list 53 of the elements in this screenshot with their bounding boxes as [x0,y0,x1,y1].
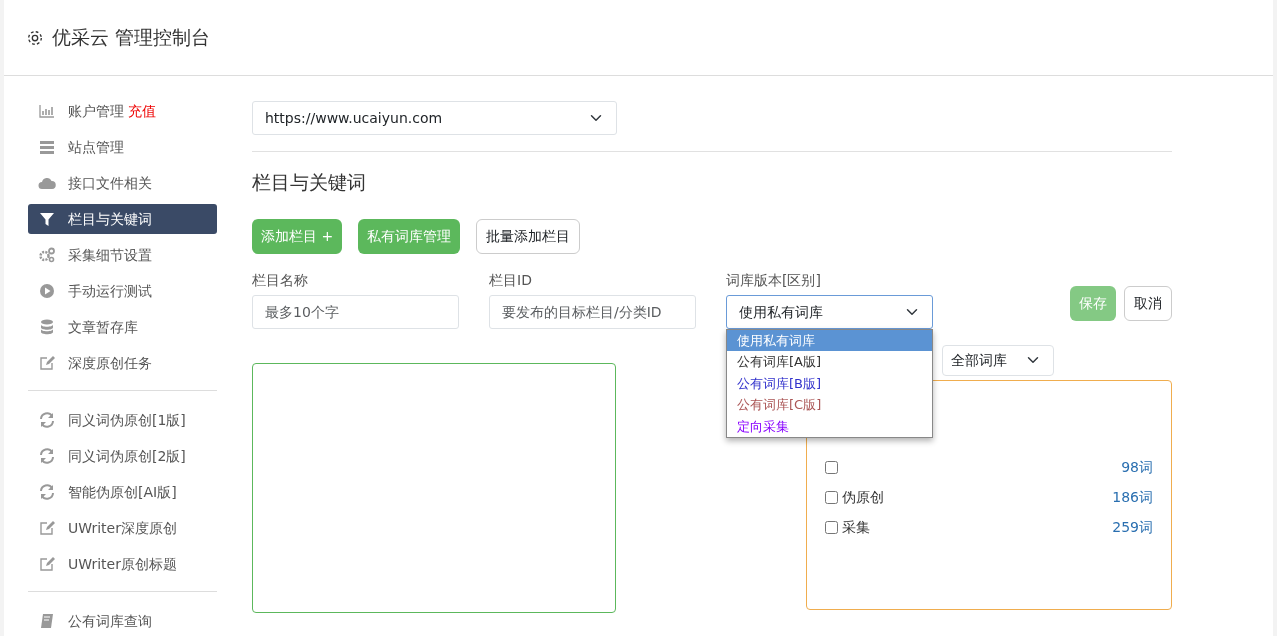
field-label: 栏目ID [489,270,533,290]
database-icon [38,318,56,336]
sidebar-item[interactable]: 深度原创任务 [28,348,217,378]
server-icon [38,138,56,156]
sidebar-item[interactable]: 公有词库查询 [28,606,217,636]
settings-icon [26,28,44,47]
dropdown-option[interactable]: 公有词库[C版] [727,394,932,416]
play-icon [38,282,56,300]
library-checkbox[interactable] [825,521,838,534]
refresh-icon [38,447,56,465]
edit-icon [38,354,56,372]
id-input[interactable]: 要发布的目标栏目/分类ID [489,294,696,329]
library-checkbox[interactable] [825,491,838,504]
word-count: 98词 [1121,458,1153,477]
bar-chart-icon [38,102,56,120]
field-label: 栏目名称 [252,270,309,290]
filter-icon [38,210,56,228]
gears-icon [38,246,56,264]
sidebar-item[interactable]: 站点管理 [28,132,217,162]
sidebar-item[interactable]: UWriter深度原创 [28,513,217,543]
sidebar-item[interactable]: 同义词伪原创[1版] [28,405,217,435]
word-count: 259词 [1112,518,1153,537]
recharge-link[interactable]: 充值 [128,100,156,122]
refresh-icon [38,483,56,501]
sidebar-item[interactable]: 栏目与关键词 [28,204,217,234]
word-count: 186词 [1112,488,1153,507]
library-name: 伪原创 [842,488,884,507]
name-input[interactable]: 最多10个字 [252,294,459,329]
sidebar-item[interactable]: 采集细节设置 [28,240,217,270]
sidebar-item[interactable]: 同义词伪原创[2版] [28,441,217,471]
dropdown-option[interactable]: 公有词库[A版] [727,351,932,373]
sidebar-item[interactable]: 智能伪原创[AI版] [28,477,217,507]
app-title: 优采云 管理控制台 [52,25,211,51]
sidebar-item[interactable]: 手动运行测试 [28,276,217,306]
library-name: 采集 [842,518,870,537]
sidebar-item-label[interactable]: 账户管理 [68,100,124,122]
sidebar-item[interactable]: 文章暂存库 [28,312,217,342]
sidebar-item[interactable]: 接口文件相关 [28,168,217,198]
refresh-icon [38,411,56,429]
section-title: 栏目与关键词 [252,170,367,195]
site-select[interactable]: https://www.ucaiyun.com [252,101,617,135]
book-icon [38,612,56,630]
dropdown-option[interactable]: 定向采集 [727,415,932,437]
field-label: 词库版本[区别] [726,270,822,290]
edit-icon [38,555,56,573]
dropdown-option[interactable]: 公有词库[B版] [727,372,932,394]
library-checkbox[interactable] [825,461,838,474]
cancel-button[interactable]: 取消 [1124,285,1172,321]
library-filter-select[interactable]: 全部词库 [942,344,1054,376]
edit-icon [38,519,56,537]
toolbar-button[interactable]: 批量添加栏目 [476,218,581,254]
library-select[interactable]: 使用私有词库 [726,294,933,329]
sidebar-item[interactable]: UWriter原创标题 [28,549,217,579]
